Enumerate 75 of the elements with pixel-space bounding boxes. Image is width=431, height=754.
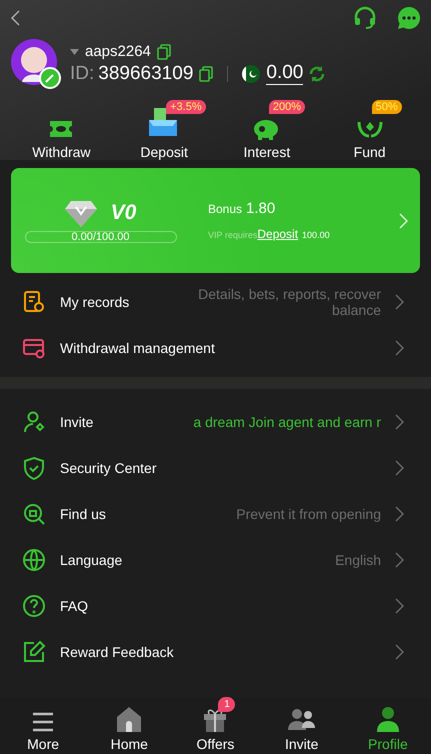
copy-icon[interactable] [199,66,214,82]
flag-icon [242,64,260,82]
menu-hint: Prevent it from opening [235,506,381,522]
chevron-right-icon [395,552,404,568]
menu-label: FAQ [60,598,88,614]
back-button[interactable] [10,10,20,26]
card-settings-icon [22,336,46,360]
chat-icon[interactable] [397,6,421,30]
menu-label: Invite [60,414,94,430]
avatar-icon[interactable] [10,38,62,90]
menu-label: Withdrawal management [60,340,215,356]
nav-tab[interactable]: Offers 1 [172,698,259,754]
id-label: ID: [70,62,94,84]
search-icon [22,502,46,526]
quick-action-button[interactable]: Withdraw [10,100,113,160]
house-icon [116,706,142,732]
nav-tab[interactable]: Profile [344,698,431,754]
people-icon [288,708,316,732]
refresh-icon[interactable] [309,66,326,82]
vip-level: V0 [110,200,136,224]
menu-hint: English [334,552,381,568]
vip-requirement: VIP requires [208,230,258,240]
promo-badge: +3.5% [166,100,206,114]
menu-label: My records [60,294,130,310]
chevron-right-icon [395,506,404,522]
nav-tab[interactable]: More [0,698,86,754]
menu-hint: Details, bets, reports, recover balance [197,286,381,318]
diamond-icon [64,198,97,226]
globe-icon [22,548,46,572]
copy-icon[interactable] [156,44,171,60]
menu-label: Reward Feedback [60,644,174,660]
menu-label: Find us [60,506,106,522]
edit-icon [22,640,46,664]
menu-row[interactable]: My records Details, bets, reports, recover balance [0,279,431,325]
chevron-right-icon [395,340,404,356]
bonus-label: Bonus [208,202,242,216]
menu-row[interactable]: Invite a dream Join agent and earn r [0,399,431,445]
required-amount: 100.00 [302,230,330,240]
chevron-right-icon [395,598,404,614]
chevron-right-icon [395,460,404,476]
menu-row[interactable]: FAQ [0,583,431,629]
bonus-value: 1.80 [246,200,276,217]
chevron-right-icon [395,644,404,660]
nav-tab[interactable]: Home [86,698,172,754]
promo-badge: 200% [268,100,306,114]
dropdown-icon[interactable] [70,48,79,54]
headset-icon[interactable] [353,6,377,30]
chevron-right-icon [399,212,408,228]
chevron-right-icon [395,414,404,430]
chevron-right-icon [395,294,404,310]
username: aaps2264 [85,43,151,60]
menu-row[interactable]: Language English [0,537,431,583]
back-icon [10,10,20,26]
person-icon [22,410,46,434]
menu-hint: a dream Join agent and earn r [192,414,381,430]
notification-badge: 1 [218,697,236,712]
menu-row[interactable]: Security Center [0,445,431,491]
balance: 0.00 [266,62,304,85]
menu-row[interactable]: Reward Feedback [0,629,431,675]
document-icon [22,290,46,314]
progress-text: 0.00/100.00 [71,230,130,242]
quick-action-button[interactable]: Interest 200% [216,100,318,160]
menu-label: Language [60,552,122,568]
menu-row[interactable]: Withdrawal management [0,325,431,371]
nav-tab[interactable]: Invite [258,698,345,754]
question-icon [22,594,46,618]
menu-row[interactable]: Find us Prevent it from opening [0,491,431,537]
menu-icon [31,712,56,732]
quick-action-button[interactable]: Deposit +3.5% [112,100,216,160]
promo-badge: 50% [372,100,402,114]
user-id: 389663109 [98,62,194,84]
quick-action-button[interactable]: Fund 50% [318,100,421,160]
ticket-icon [48,118,74,140]
menu-label: Security Center [60,460,156,476]
shield-check-icon [22,456,46,480]
